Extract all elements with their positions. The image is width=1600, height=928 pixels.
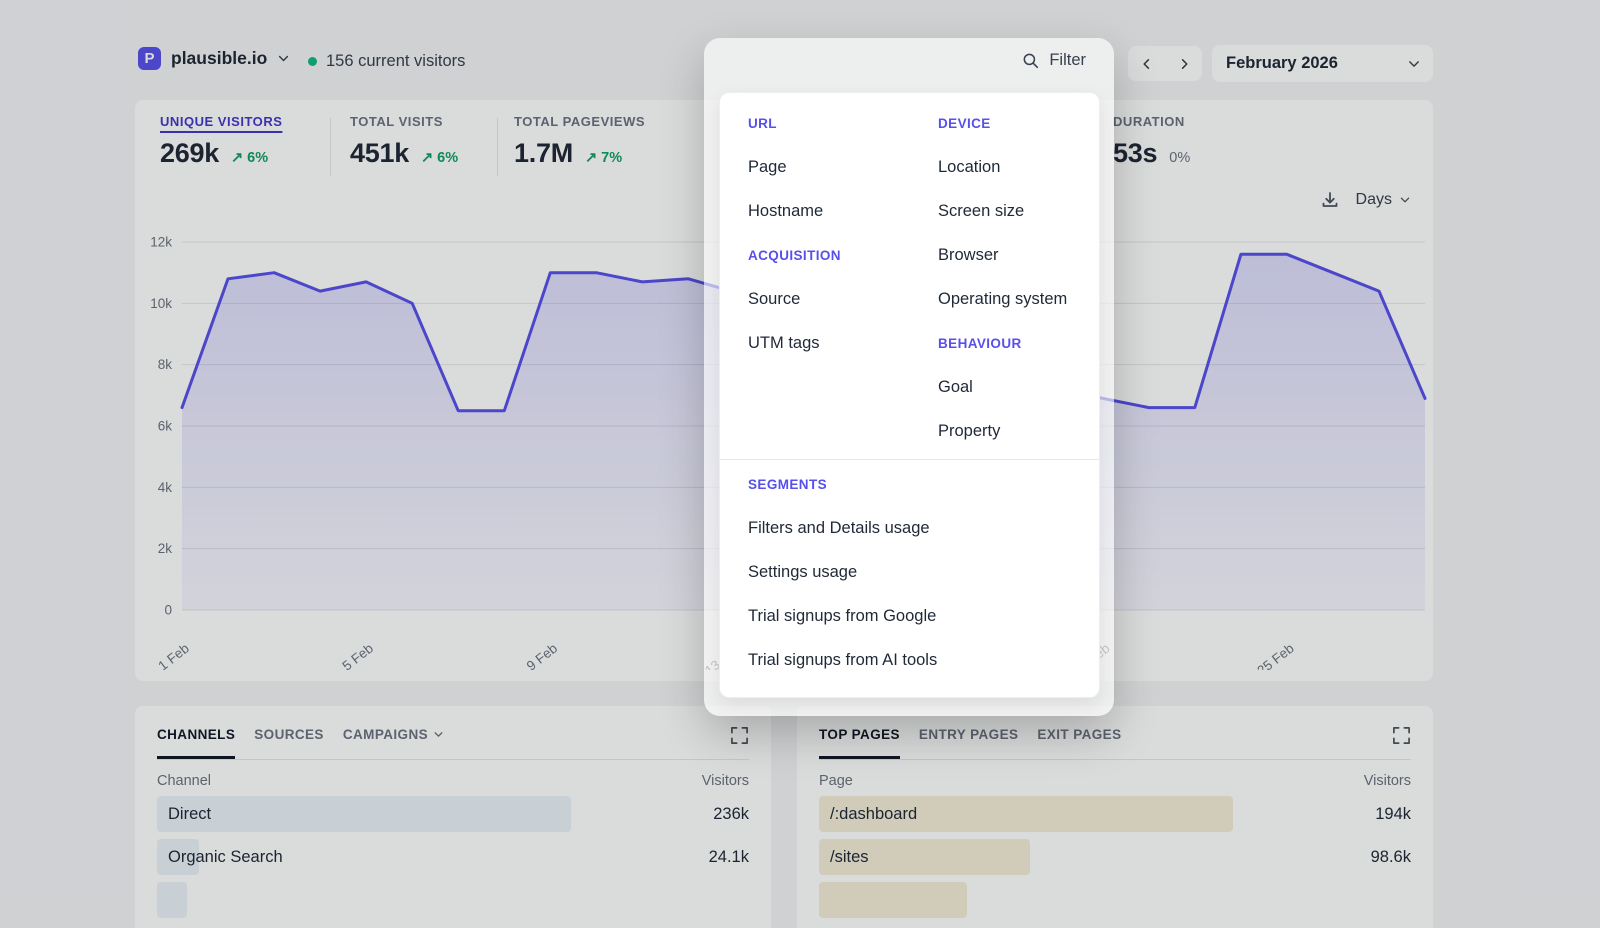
filter-section-title: ACQUISITION xyxy=(748,248,841,263)
filter-section-title: BEHAVIOUR xyxy=(938,336,1022,351)
filter-item-label: Property xyxy=(938,422,1000,441)
filter-item-utm-tags[interactable]: UTM tags xyxy=(748,321,938,365)
filter-section-device: DEVICE xyxy=(938,101,1071,145)
filter-section-title: DEVICE xyxy=(938,116,991,131)
segment-label: Trial signups from Google xyxy=(748,607,936,626)
filter-section-acquisition: ACQUISITION xyxy=(748,233,938,277)
segment-label: Settings usage xyxy=(748,563,857,582)
segment-settings-usage[interactable]: Settings usage xyxy=(748,550,1071,594)
filter-item-label: Goal xyxy=(938,378,973,397)
filter-menu-column-2: DEVICE Location Screen size Browser Operatin… xyxy=(938,101,1071,453)
filter-item-source[interactable]: Source xyxy=(748,277,938,321)
search-icon xyxy=(1022,52,1040,70)
filter-item-operating-system[interactable]: Operating system xyxy=(938,277,1071,321)
filter-menu-column-1: URL Page Hostname ACQUISITION Source UTM tags xyxy=(748,101,938,453)
filter-button-label: Filter xyxy=(1049,51,1086,70)
filter-item-property[interactable]: Property xyxy=(938,409,1071,453)
filter-item-label: Hostname xyxy=(748,202,823,221)
segments-header: SEGMENTS xyxy=(748,462,1071,506)
filter-item-label: Screen size xyxy=(938,202,1024,221)
filter-item-label: Location xyxy=(938,158,1000,177)
filter-section-title: URL xyxy=(748,116,777,131)
filter-item-page[interactable]: Page xyxy=(748,145,938,189)
filter-item-label: Operating system xyxy=(938,290,1067,309)
filter-section-behaviour: BEHAVIOUR xyxy=(938,321,1071,365)
filter-item-hostname[interactable]: Hostname xyxy=(748,189,938,233)
filter-section-url: URL xyxy=(748,101,938,145)
filter-button[interactable]: Filter xyxy=(1022,51,1086,70)
filter-item-screen-size[interactable]: Screen size xyxy=(938,189,1071,233)
filter-item-location[interactable]: Location xyxy=(938,145,1071,189)
filter-item-label: Page xyxy=(748,158,787,177)
filter-menu: URL Page Hostname ACQUISITION Source UTM tags… xyxy=(719,92,1100,698)
segments-title: SEGMENTS xyxy=(748,477,827,492)
filter-item-label: UTM tags xyxy=(748,334,820,353)
menu-divider xyxy=(720,459,1099,460)
segment-filters-and-details-usage[interactable]: Filters and Details usage xyxy=(748,506,1071,550)
filter-menu-columns: URL Page Hostname ACQUISITION Source UTM tags… xyxy=(720,93,1099,453)
filter-item-label: Browser xyxy=(938,246,999,265)
segment-label: Filters and Details usage xyxy=(748,519,930,538)
segments-section: SEGMENTS Filters and Details usage Setting… xyxy=(720,462,1099,682)
filter-item-label: Source xyxy=(748,290,800,309)
segment-label: Trial signups from AI tools xyxy=(748,651,937,670)
filter-item-browser[interactable]: Browser xyxy=(938,233,1071,277)
filter-popover: Filter URLPageHostnameACQUISITIONSourceU… xyxy=(704,38,1114,716)
segment-trial-signups-from-google[interactable]: Trial signups from Google xyxy=(748,594,1071,638)
filter-item-goal[interactable]: Goal xyxy=(938,365,1071,409)
segment-trial-signups-from-ai-tools[interactable]: Trial signups from AI tools xyxy=(748,638,1071,682)
